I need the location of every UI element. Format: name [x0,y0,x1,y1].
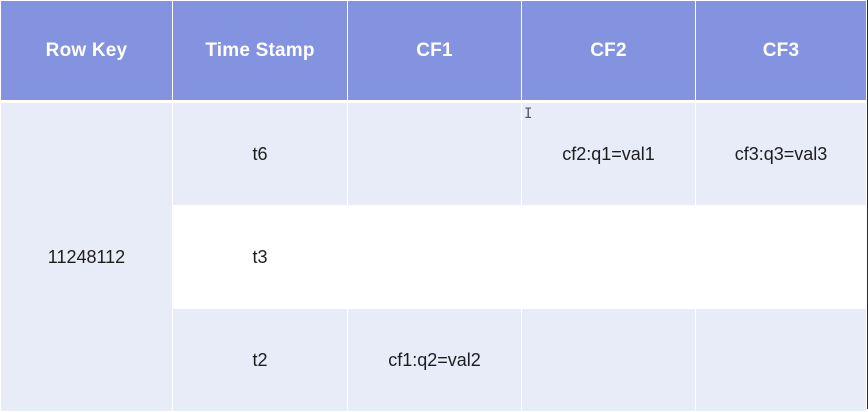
row-key-cell: 11248112 [0,101,173,412]
slide-frame: Row Key Time Stamp CF1 CF2 CF3 11248112 … [0,0,868,412]
cf1-cell: cf1:q2=val2 [347,308,522,412]
timestamp-cell: t6 [172,101,348,206]
header-cf1: CF1 [347,0,522,103]
cf3-cell [695,308,867,412]
header-row: Row Key Time Stamp CF1 CF2 CF3 [0,0,867,103]
cf2-cell: cf2:q1=val1 [521,101,696,206]
cf1-cell [347,101,522,206]
header-cf2: CF2 [521,0,696,103]
timestamp-cell: t2 [172,308,348,412]
cf2-cell [521,308,696,412]
table-row-t6: 11248112 t6 cf2:q1=val1 cf3:q3=val3 [0,101,867,412]
header-time-stamp: Time Stamp [172,0,348,103]
cf1-cell [347,205,522,309]
header-cf3: CF3 [695,0,867,103]
cf3-cell [695,205,867,309]
hbase-data-table: Row Key Time Stamp CF1 CF2 CF3 11248112 … [0,0,867,412]
cf2-cell [521,205,696,309]
timestamp-cell: t3 [172,205,348,309]
cf3-cell: cf3:q3=val3 [695,101,867,206]
header-row-key: Row Key [0,0,173,103]
